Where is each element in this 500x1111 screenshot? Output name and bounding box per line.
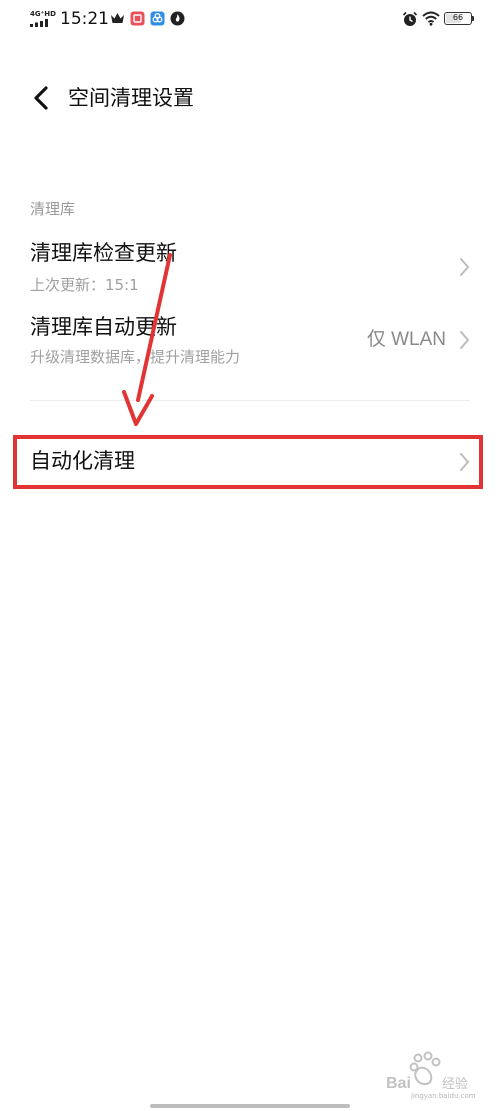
battery-icon: 66 [444, 12, 472, 25]
status-time: 15:21 [60, 9, 109, 29]
alarm-icon [402, 11, 418, 26]
settings-page: 4G⁺HD 15:21 66 空间清理设置 清理库 清理库检查更新 上次更新：1… [0, 0, 500, 1111]
row-check-update[interactable]: 清理库检查更新 上次更新：15:1 [0, 232, 500, 302]
battery-cap [472, 16, 474, 21]
baidu-watermark-logo: Bai 经验 [386, 1051, 468, 1092]
network-indicator: 4G⁺HD [30, 10, 56, 28]
app-notification-icon [130, 11, 145, 26]
status-bar: 4G⁺HD 15:21 66 [0, 0, 500, 40]
crown-icon [111, 13, 124, 23]
home-indicator[interactable] [150, 1104, 350, 1108]
annotation-highlight-box [13, 435, 483, 489]
row-subtitle: 上次更新：15:1 [30, 276, 139, 294]
svg-text:Bai: Bai [386, 1075, 411, 1092]
network-label: 4G⁺HD [30, 10, 56, 18]
wifi-icon [422, 11, 440, 26]
signal-icon [30, 19, 48, 27]
row-subtitle: 升级清理数据库，提升清理能力 [30, 348, 241, 366]
app-notification-icon-2 [150, 11, 165, 26]
row-title: 清理库检查更新 [30, 241, 177, 265]
section-header: 清理库 [30, 200, 76, 218]
divider [30, 400, 470, 401]
back-arrow-icon[interactable] [26, 82, 58, 114]
row-title: 清理库自动更新 [30, 315, 177, 339]
chevron-right-icon [460, 258, 470, 276]
flame-icon [170, 11, 185, 26]
row-auto-update[interactable]: 清理库自动更新 升级清理数据库，提升清理能力 仅 WLAN [0, 306, 500, 380]
watermark-subtext: jingyan.baidu.com [411, 1092, 476, 1100]
battery-level: 66 [452, 13, 464, 22]
svg-text:经验: 经验 [442, 1076, 468, 1092]
chevron-right-icon [460, 331, 470, 349]
page-title: 空间清理设置 [68, 86, 194, 110]
row-value: 仅 WLAN [366, 329, 446, 350]
